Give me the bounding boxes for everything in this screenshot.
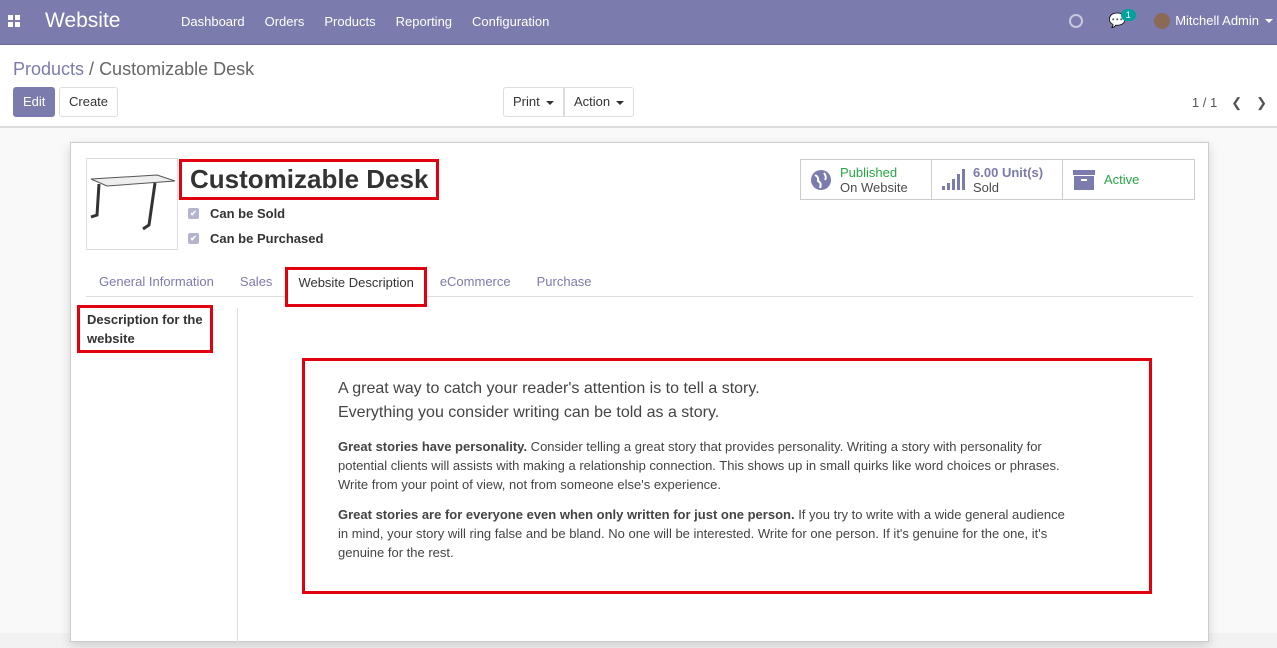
sold-quantity: 6.00 <box>973 164 999 180</box>
message-count-badge: 1 <box>1120 9 1136 21</box>
lead-line-2: Everything you consider writing can be t… <box>338 404 720 421</box>
published-label: Published <box>840 164 898 180</box>
menu-configuration[interactable]: Configuration <box>472 14 549 29</box>
paragraph-1: Great stories have personality. Consider… <box>338 437 1078 494</box>
menu-products[interactable]: Products <box>324 14 375 29</box>
app-name: Website <box>45 9 121 32</box>
tab-sales[interactable]: Sales <box>227 267 286 296</box>
website-description-field[interactable]: A great way to catch your reader's atten… <box>302 358 1152 594</box>
action-label: Action <box>574 94 611 109</box>
pager: 1 / 1 ❮ ❯ <box>1192 95 1267 111</box>
breadcrumb-current: Customizable Desk <box>99 59 255 79</box>
bar-chart-icon <box>942 168 965 190</box>
create-button[interactable]: Create <box>59 87 119 117</box>
control-panel: Products / Customizable Desk Edit Create… <box>0 45 1277 128</box>
apps-menu-icon[interactable] <box>8 15 20 27</box>
sold-label: Sold <box>973 179 1000 195</box>
active-label: Active <box>1104 172 1140 187</box>
active-toggle-button[interactable]: Active <box>1063 160 1194 199</box>
globe-icon <box>811 169 831 190</box>
product-name: Customizable Desk <box>179 159 440 200</box>
caret-down-icon <box>616 100 625 105</box>
sold-button[interactable]: 6.00 Unit(s) Sold <box>932 160 1063 199</box>
smart-buttons: Published On Website 6.00 Unit(s) Sold Act… <box>800 159 1195 200</box>
tab-purchase[interactable]: Purchase <box>524 267 605 296</box>
can-be-sold-checkbox[interactable]: ✔ Can be Sold <box>188 206 285 221</box>
breadcrumb-products[interactable]: Products <box>13 59 84 79</box>
messages-button[interactable]: 💬 1 <box>1109 9 1136 29</box>
pager-value[interactable]: 1 / 1 <box>1192 95 1217 111</box>
form-view: Customizable Desk ✔ Can be Sold ✔ Can be P… <box>0 128 1277 648</box>
menu-dashboard[interactable]: Dashboard <box>181 14 245 29</box>
checkmark-icon: ✔ <box>188 208 199 219</box>
can-be-purchased-checkbox[interactable]: ✔ Can be Purchased <box>188 231 323 246</box>
archive-icon <box>1073 169 1095 190</box>
edit-button[interactable]: Edit <box>13 87 56 117</box>
product-image[interactable] <box>86 158 178 250</box>
description-field-label: Description for the website <box>77 305 213 353</box>
action-button[interactable]: Action <box>564 87 635 117</box>
top-navbar: Website Dashboard Orders Products Report… <box>0 0 1277 45</box>
lead-line-1: A great way to catch your reader's atten… <box>338 380 760 397</box>
chevron-left-icon[interactable]: ❮ <box>1231 95 1242 111</box>
tab-ecommerce[interactable]: eCommerce <box>427 267 524 296</box>
avatar[interactable] <box>1154 12 1171 29</box>
print-label: Print <box>513 94 540 109</box>
sold-unit: Unit(s) <box>1001 164 1044 180</box>
notebook-tabs: General Information Sales Website Descri… <box>86 267 1193 307</box>
tab-website-description[interactable]: Website Description <box>285 267 427 307</box>
breadcrumb: Products / Customizable Desk <box>13 59 255 79</box>
menu-orders[interactable]: Orders <box>265 14 305 29</box>
activity-clock-icon[interactable] <box>1068 13 1083 28</box>
print-button[interactable]: Print <box>503 87 564 117</box>
paragraph-1-heading: Great stories have personality. <box>338 439 528 454</box>
menu-reporting[interactable]: Reporting <box>396 14 452 29</box>
can-be-purchased-label: Can be Purchased <box>210 231 324 246</box>
paragraph-2: Great stories are for everyone even when… <box>338 505 1078 562</box>
caret-down-icon <box>545 100 554 105</box>
paragraph-2-heading: Great stories are for everyone even when… <box>338 507 795 522</box>
chevron-right-icon[interactable]: ❯ <box>1256 95 1267 111</box>
checkmark-icon: ✔ <box>188 233 199 244</box>
form-sheet: Customizable Desk ✔ Can be Sold ✔ Can be P… <box>70 142 1209 648</box>
on-website-label: On Website <box>840 179 908 195</box>
tab-general-information[interactable]: General Information <box>86 267 227 296</box>
can-be-sold-label: Can be Sold <box>210 206 286 221</box>
user-menu[interactable]: Mitchell Admin <box>1175 13 1259 28</box>
chevron-down-icon <box>1265 18 1273 23</box>
published-button[interactable]: Published On Website <box>801 160 932 199</box>
divider <box>237 308 238 648</box>
